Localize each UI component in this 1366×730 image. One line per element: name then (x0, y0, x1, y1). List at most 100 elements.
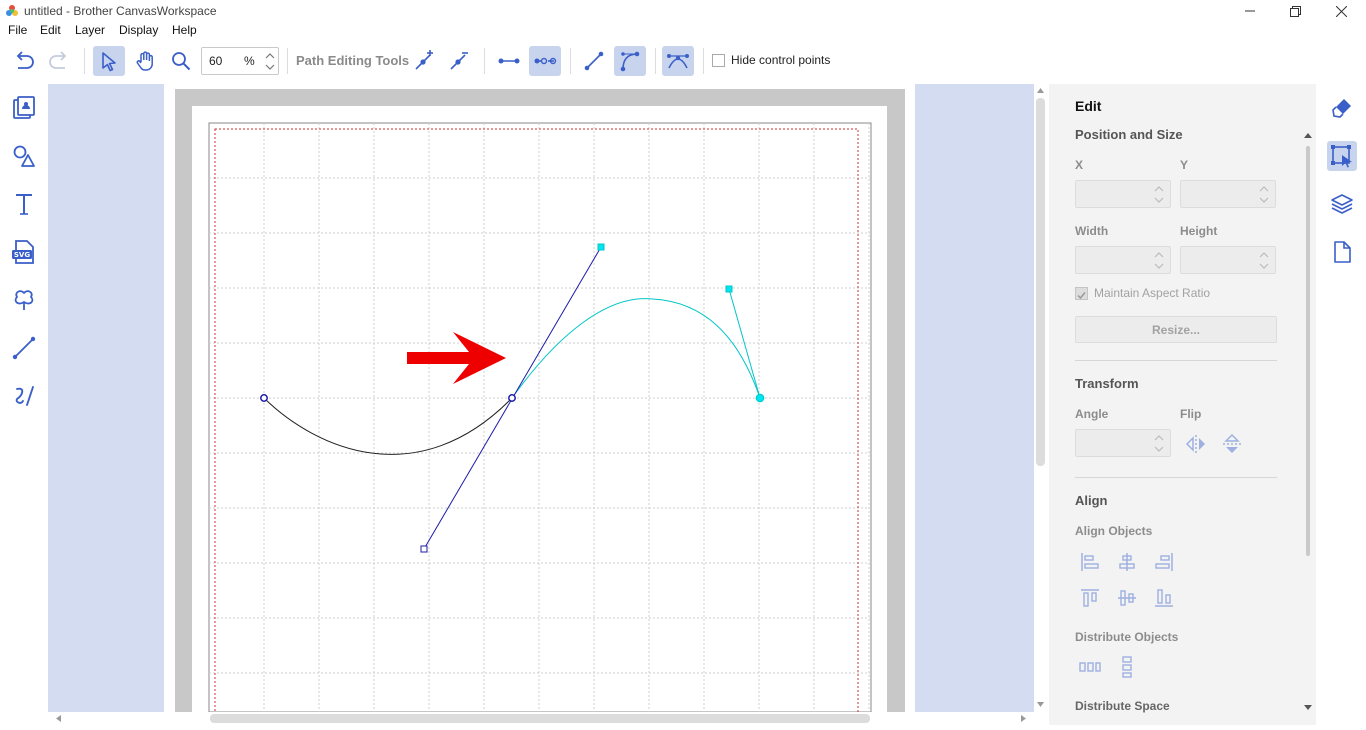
add-node-button[interactable] (408, 46, 440, 76)
y-input[interactable] (1180, 180, 1276, 208)
curve-segment-button[interactable] (614, 46, 646, 76)
chevron-up-icon[interactable] (265, 51, 275, 61)
project-tool-button[interactable] (8, 92, 40, 124)
chevron-down-icon[interactable] (1154, 195, 1164, 205)
vertical-scrollbar[interactable] (1034, 84, 1047, 712)
distribute-vertical-icon[interactable] (1115, 655, 1139, 679)
shapes-tool-button[interactable] (8, 140, 40, 172)
line-tool-button[interactable] (8, 332, 40, 364)
pattern-tool-button[interactable] (8, 284, 40, 316)
svg-import-button[interactable]: SVG (8, 236, 40, 268)
redo-button[interactable] (43, 46, 75, 76)
menu-edit[interactable]: Edit (40, 23, 61, 37)
tab-paint[interactable] (1327, 93, 1357, 123)
page-icon (1334, 241, 1351, 263)
scroll-down-icon[interactable] (1304, 705, 1312, 710)
chevron-up-icon[interactable] (1259, 250, 1269, 260)
select-tool-button[interactable] (93, 46, 125, 76)
maintain-aspect-ratio-checkbox[interactable] (1075, 286, 1088, 300)
align-top-icon[interactable] (1078, 586, 1102, 610)
line-segment-button[interactable] (578, 46, 610, 76)
scrollbar-thumb[interactable] (210, 714, 870, 723)
align-middle-icon[interactable] (1115, 586, 1139, 610)
scroll-up-icon[interactable] (1304, 133, 1312, 138)
tab-page[interactable] (1327, 237, 1357, 267)
control-point[interactable] (420, 545, 428, 553)
scroll-up-icon[interactable] (1037, 88, 1044, 93)
text-tool-button[interactable] (8, 188, 40, 220)
y-label: Y (1180, 158, 1189, 172)
chevron-up-icon[interactable] (1259, 184, 1269, 194)
maintain-aspect-ratio-toggle[interactable]: Maintain Aspect Ratio (1075, 286, 1210, 300)
split-nodes-button[interactable] (529, 46, 561, 76)
freehand-tool-button[interactable] (8, 380, 40, 412)
curve-segment-icon (620, 51, 640, 72)
position-size-heading: Position and Size (1075, 127, 1183, 142)
hide-control-points-checkbox[interactable] (712, 53, 725, 67)
chevron-down-icon[interactable] (265, 62, 275, 72)
menu-display[interactable]: Display (119, 23, 158, 37)
menu-help[interactable]: Help (172, 23, 197, 37)
canvas-workspace[interactable] (48, 84, 1034, 712)
chevron-down-icon[interactable] (1154, 444, 1164, 454)
align-left-icon[interactable] (1078, 550, 1102, 574)
chevron-down-icon[interactable] (1154, 261, 1164, 271)
menu-layer[interactable]: Layer (75, 23, 105, 37)
x-input[interactable] (1075, 180, 1171, 208)
panel-scrollbar[interactable] (1302, 130, 1314, 725)
anchor-node[interactable] (260, 394, 268, 402)
distribute-horizontal-icon[interactable] (1078, 655, 1102, 679)
scroll-down-icon[interactable] (1037, 702, 1044, 707)
height-label: Height (1180, 224, 1218, 238)
scroll-left-icon[interactable] (56, 715, 61, 722)
control-point[interactable] (725, 285, 733, 293)
undo-button[interactable] (8, 46, 40, 76)
tab-layers[interactable] (1327, 189, 1357, 219)
height-input[interactable] (1180, 246, 1276, 274)
control-point[interactable] (597, 243, 605, 251)
chevron-down-icon[interactable] (1259, 261, 1269, 271)
chevron-down-icon[interactable] (1259, 195, 1269, 205)
delete-node-button[interactable] (443, 46, 475, 76)
zoom-tool-button[interactable] (165, 46, 197, 76)
x-label: X (1075, 158, 1084, 172)
chevron-up-icon[interactable] (1154, 250, 1164, 260)
menu-file[interactable]: File (8, 23, 27, 37)
minimize-button[interactable] (1227, 0, 1273, 22)
checkmark-icon (1077, 291, 1086, 299)
smooth-node-button[interactable] (662, 46, 694, 76)
hand-tool-button[interactable] (129, 46, 161, 76)
hide-control-points-toggle[interactable]: Hide control points (712, 53, 830, 67)
svg-icon: SVG (12, 240, 34, 264)
scroll-right-icon[interactable] (1021, 715, 1026, 722)
zoom-input[interactable]: 60 % (201, 47, 279, 75)
flip-vertical-icon[interactable] (1220, 432, 1244, 456)
flip-horizontal-icon[interactable] (1184, 432, 1208, 456)
restore-button[interactable] (1272, 0, 1318, 22)
join-nodes-button[interactable] (493, 46, 525, 76)
hand-icon (136, 51, 153, 71)
anchor-node[interactable] (508, 394, 516, 402)
scrollbar-thumb[interactable] (1306, 146, 1310, 556)
chevron-up-icon[interactable] (1154, 433, 1164, 443)
toolbar: 60 % Path Editing Tools Hide control poi… (0, 40, 1366, 84)
scrollbar-thumb[interactable] (1036, 98, 1045, 466)
align-center-icon[interactable] (1115, 550, 1139, 574)
align-right-icon[interactable] (1152, 550, 1176, 574)
chevron-up-icon[interactable] (1154, 184, 1164, 194)
toolbar-separator (84, 48, 85, 74)
align-bottom-icon[interactable] (1152, 586, 1176, 610)
shapes-icon (13, 145, 35, 167)
tab-edit[interactable] (1327, 141, 1357, 171)
anchor-node-selected[interactable] (755, 393, 765, 403)
toolbar-separator (703, 48, 704, 74)
horizontal-scrollbar[interactable] (48, 712, 1034, 725)
close-button[interactable] (1318, 0, 1364, 22)
distribute-objects-label: Distribute Objects (1075, 630, 1179, 644)
angle-input[interactable] (1075, 429, 1171, 457)
width-input[interactable] (1075, 246, 1171, 274)
align-heading: Align (1075, 493, 1108, 508)
canvas-drawing[interactable] (48, 84, 1034, 712)
resize-button[interactable]: Resize... (1075, 316, 1277, 343)
join-nodes-icon (498, 58, 520, 64)
